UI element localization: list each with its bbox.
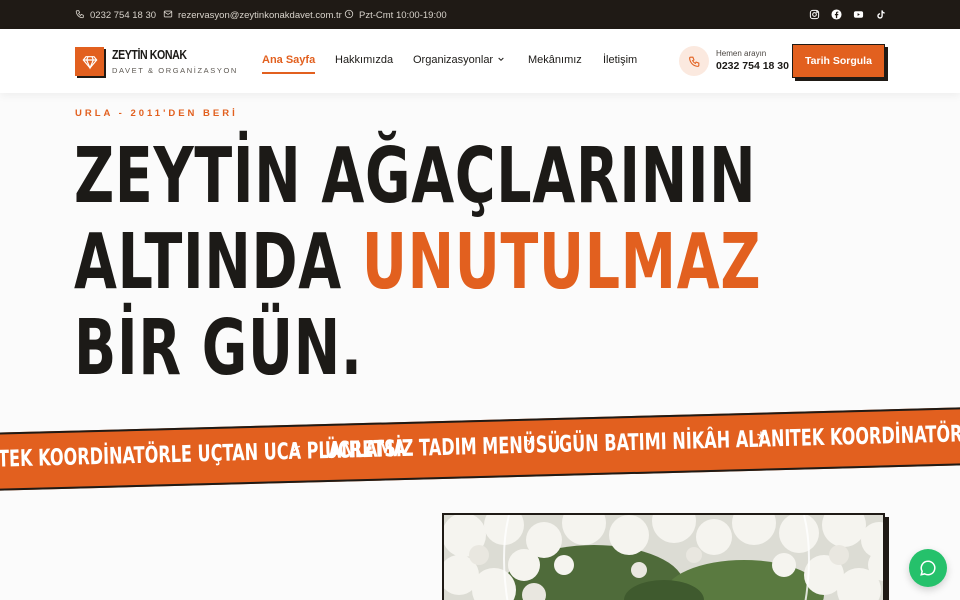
nav-organizations-label: Organizasyonlar bbox=[413, 54, 494, 66]
topbar-phone[interactable]: 0232 754 18 30 bbox=[75, 9, 156, 22]
hero-heading-line-1: ZEYTİN AĞAÇLARININ bbox=[74, 132, 757, 221]
chevron-down-icon bbox=[497, 54, 505, 66]
nav-about[interactable]: Hakkımızda bbox=[335, 54, 393, 66]
brand-name[interactable]: ZEYTİN KONAK bbox=[112, 48, 187, 62]
hero-heading-line-2-start: ALTINDA bbox=[74, 218, 362, 307]
brand-tagline: DAVET & ORGANİZASYON bbox=[112, 66, 238, 75]
top-bar: 0232 754 18 30 rezervasyon@zeytinkonakda… bbox=[0, 0, 960, 29]
phone-icon bbox=[75, 9, 85, 22]
nav-home[interactable]: Ana Sayfa bbox=[262, 54, 316, 74]
call-number[interactable]: 0232 754 18 30 bbox=[716, 60, 789, 72]
nav-contact[interactable]: İletişim bbox=[603, 54, 637, 66]
main-header: ZEYTİN KONAK DAVET & ORGANİZASYON Ana Sa… bbox=[0, 29, 960, 93]
mail-icon bbox=[163, 9, 173, 22]
date-inquiry-button[interactable]: Tarih Sorgula bbox=[792, 44, 885, 78]
topbar-hours: Pzt-Cmt 10:00-19:00 bbox=[344, 9, 447, 22]
ribbon-item: ÜCRETSİZ TADIM MENÜSÜ bbox=[324, 431, 561, 465]
topbar-hours-text: Pzt-Cmt 10:00-19:00 bbox=[359, 10, 447, 21]
chat-button[interactable] bbox=[909, 549, 947, 587]
hero-heading-line-2: ALTINDA UNUTULMAZ bbox=[74, 224, 761, 301]
nav-organizations[interactable]: Organizasyonlar bbox=[413, 54, 505, 66]
ribbon-item: GÜN BATIMI NİKÂH ALANI bbox=[558, 425, 791, 458]
topbar-email-text: rezervasyon@zeytinkonakdavet.com.tr bbox=[178, 10, 342, 21]
feature-ribbon: TEK KOORDİNATÖRLE UÇTAN UCA PLANLAMA * Ü… bbox=[0, 406, 960, 492]
hero-heading-line-3: BİR GÜN. bbox=[74, 304, 363, 393]
hero-heading-accent: UNUTULMAZ bbox=[361, 218, 762, 307]
ribbon-item: TEK KOORDİNATÖRLE UÇTAN UCA PLANLAMA bbox=[0, 435, 407, 473]
clock-icon bbox=[344, 9, 354, 22]
phone-icon bbox=[688, 56, 699, 67]
social-links bbox=[808, 8, 886, 20]
instagram-icon[interactable] bbox=[808, 8, 820, 20]
tiktok-icon[interactable] bbox=[874, 8, 886, 20]
nav-venue[interactable]: Mekânımız bbox=[528, 54, 582, 66]
topbar-email[interactable]: rezervasyon@zeytinkonakdavet.com.tr bbox=[163, 9, 342, 22]
call-button[interactable] bbox=[679, 46, 709, 76]
chat-bubble-icon bbox=[920, 560, 936, 576]
topbar-phone-text: 0232 754 18 30 bbox=[90, 10, 157, 21]
hero-photo bbox=[442, 513, 885, 600]
diamond-icon bbox=[82, 55, 97, 70]
facebook-icon[interactable] bbox=[830, 8, 842, 20]
logo-mark[interactable] bbox=[75, 47, 104, 76]
hero-eyebrow: URLA - 2011'DEN BERİ bbox=[75, 108, 238, 119]
ribbon-track: TEK KOORDİNATÖRLE UÇTAN UCA PLANLAMA * Ü… bbox=[0, 415, 960, 473]
call-label: Hemen arayın bbox=[716, 49, 767, 58]
ribbon-item: TEK KOORDİNATÖRLE UÇTAN UCA PLANLAMA bbox=[789, 415, 960, 452]
youtube-icon[interactable] bbox=[852, 8, 864, 20]
